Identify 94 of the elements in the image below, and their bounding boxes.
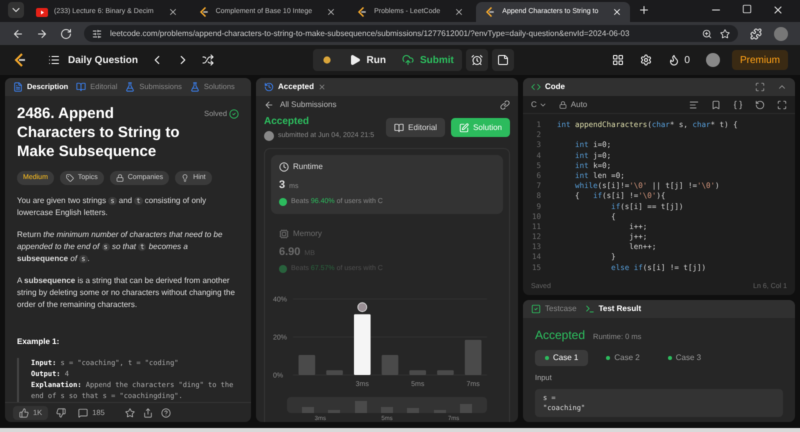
- comment-icon: [78, 408, 88, 418]
- code-icon: [531, 82, 541, 92]
- description-paragraph: A subsequence is a string that can be derived from another string by deleting some or no characters without changing the order of the remaining characters.: [17, 275, 236, 311]
- user-avatar[interactable]: [706, 53, 720, 67]
- help-icon[interactable]: [160, 408, 171, 418]
- leetcode-logo-icon[interactable]: [198, 6, 210, 18]
- verdict: Accepted: [264, 115, 310, 129]
- timer-button[interactable]: [466, 49, 488, 71]
- profile-avatar[interactable]: [774, 26, 788, 40]
- checkbox-icon: [531, 304, 541, 314]
- close-icon[interactable]: [326, 7, 336, 17]
- all-submissions-link[interactable]: All Submissions: [280, 99, 336, 111]
- bookmark-icon[interactable]: [711, 100, 721, 110]
- panel-tab[interactable]: Testcase: [531, 303, 577, 315]
- tab-list-button[interactable]: [8, 2, 24, 18]
- problem-title: 2486. Append Characters to String to Make Subsequence: [17, 104, 181, 161]
- note-icon: [496, 54, 509, 66]
- verdict: Accepted: [535, 327, 586, 344]
- tag-icon: [66, 174, 74, 182]
- format-icon[interactable]: [689, 100, 699, 110]
- flask-icon: [190, 82, 200, 92]
- video-icon: [36, 8, 48, 16]
- site-settings-icon[interactable]: [92, 28, 102, 38]
- chip-icon: [279, 228, 289, 238]
- close-icon[interactable]: [454, 7, 464, 17]
- lock-icon: [116, 174, 124, 182]
- reset-icon[interactable]: [755, 100, 765, 110]
- daily-question-link[interactable]: Daily Question: [68, 52, 138, 68]
- shuffle-icon[interactable]: [202, 54, 214, 66]
- link-icon[interactable]: [500, 100, 510, 110]
- run-button[interactable]: Run: [340, 49, 394, 71]
- flask-icon: [125, 82, 136, 92]
- leetcode-logo-icon[interactable]: [484, 6, 496, 18]
- submit-button[interactable]: Submit: [394, 49, 462, 71]
- star-icon[interactable]: [124, 408, 135, 418]
- braces-icon[interactable]: [733, 100, 743, 110]
- maximize-icon[interactable]: [742, 4, 752, 14]
- lightbulb-icon: [181, 174, 190, 182]
- address-bar[interactable]: leetcode.com/problems/append-characters-to-string-to-make-subsequence/submissions/1277612001/?envType=daily-question&envId=2024-06-03: [84, 25, 738, 42]
- zoom-icon[interactable]: [702, 28, 712, 38]
- case-tab[interactable]: Case 2: [596, 350, 650, 366]
- thumbs-up-icon: [19, 408, 29, 418]
- book-icon: [394, 122, 404, 132]
- book-icon: [76, 82, 86, 92]
- expand-icon[interactable]: [777, 100, 787, 110]
- back-arrow-icon[interactable]: [264, 100, 274, 110]
- metric-label: Runtime: [293, 160, 323, 172]
- close-icon[interactable]: [168, 7, 178, 17]
- beats-icon: [279, 198, 287, 206]
- lock-icon: [558, 100, 567, 108]
- document-icon: [13, 82, 23, 92]
- check-circle-icon: [229, 109, 239, 119]
- case-tab[interactable]: Case 3: [658, 350, 712, 366]
- premium-button[interactable]: Premium: [732, 50, 788, 70]
- play-icon: [348, 54, 361, 66]
- reload-icon[interactable]: [60, 28, 72, 40]
- streak-count: 0: [684, 54, 690, 68]
- leetcode-logo-icon[interactable]: [356, 6, 368, 18]
- panel-tab[interactable]: Test Result: [584, 303, 642, 315]
- user-avatar: [264, 131, 274, 142]
- url-text: leetcode.com/problems/append-characters-to-string-to-make-subsequence/submissions/1277612001/?envType=daily-question&envId=2024-06-03: [110, 28, 630, 40]
- highlighted-bar[interactable]: [354, 314, 371, 374]
- back-icon[interactable]: [12, 28, 24, 40]
- grid-icon[interactable]: [612, 54, 624, 66]
- metric-label: Memory: [293, 228, 322, 240]
- notes-button[interactable]: [492, 49, 514, 71]
- close-icon[interactable]: [772, 4, 784, 16]
- language-select[interactable]: C: [531, 98, 547, 110]
- terminal-icon: [584, 304, 595, 314]
- panel-tab[interactable]: Accepted: [278, 81, 314, 93]
- forward-icon[interactable]: [36, 28, 48, 40]
- avatar-marker: [357, 302, 368, 312]
- expand-icon[interactable]: [755, 82, 765, 92]
- case-tab[interactable]: Case 1: [535, 350, 588, 366]
- editorial-button[interactable]: Editorial: [386, 118, 446, 137]
- close-icon[interactable]: [612, 7, 622, 17]
- cloud-upload-icon: [402, 54, 414, 66]
- auto-mode[interactable]: Auto: [558, 98, 588, 110]
- leetcode-logo-icon[interactable]: [12, 52, 28, 68]
- metric-value: 3: [279, 178, 286, 192]
- history-icon: [264, 82, 274, 92]
- panel-title: Code: [545, 81, 565, 93]
- settings-icon[interactable]: [640, 54, 652, 66]
- new-tab-icon[interactable]: [638, 4, 650, 16]
- example-heading: Example 1:: [17, 336, 60, 348]
- metric-value: 6.90: [279, 244, 300, 260]
- pen-icon: [459, 122, 470, 132]
- dislike-icon[interactable]: [56, 408, 66, 418]
- share-icon[interactable]: [142, 408, 153, 418]
- alarm-clock-icon: [470, 54, 483, 66]
- flame-icon: [668, 54, 680, 66]
- beats-icon: [279, 265, 287, 274]
- extensions-icon[interactable]: [750, 28, 762, 40]
- clock-icon: [279, 162, 289, 172]
